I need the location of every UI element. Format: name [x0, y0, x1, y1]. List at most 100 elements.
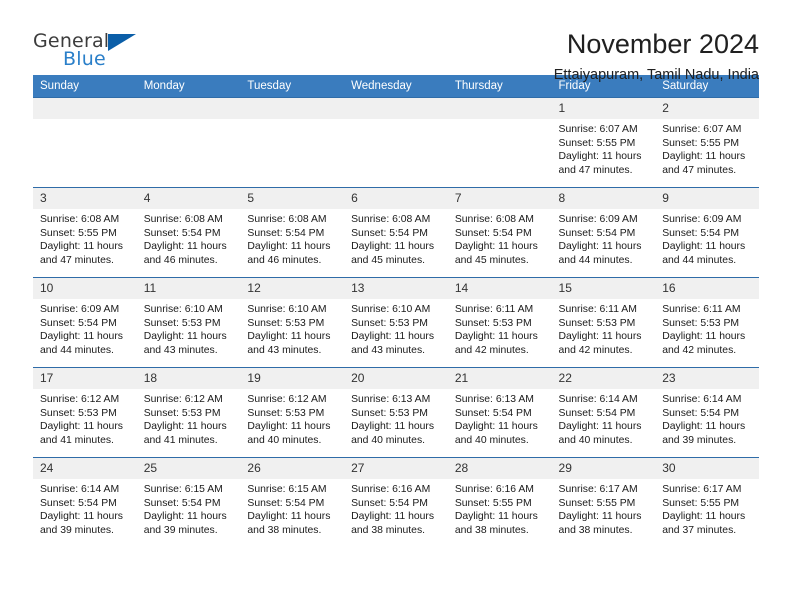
title-block: November 2024 Ettaiyapuram, Tamil Nadu, …	[554, 28, 759, 85]
daylight-text-line2: and 43 minutes.	[351, 344, 426, 356]
daylight-text-line1: Daylight: 11 hours	[40, 241, 123, 253]
calendar-day-cell[interactable]: 23 Sunrise: 6:14 AM Sunset: 5:54 PM Dayligh…	[655, 367, 759, 458]
calendar-day-cell[interactable]: 22 Sunrise: 6:14 AM Sunset: 5:54 PM Dayligh…	[551, 367, 656, 458]
day-detail-lines: Sunrise: 6:11 AM Sunset: 5:53 PM Daylight:…	[552, 299, 656, 357]
brand-logo[interactable]: General Blue	[33, 28, 153, 76]
page-header: General Blue November 2024 Ettaiyapuram,…	[33, 0, 759, 83]
calendar-day-cell[interactable]: 27 Sunrise: 6:16 AM Sunset: 5:54 PM Dayligh…	[344, 457, 448, 548]
day-number: 25	[136, 458, 241, 479]
daylight-text-line2: and 40 minutes.	[454, 434, 529, 446]
sunrise-text: Sunrise: 6:11 AM	[454, 304, 534, 315]
calendar-day-cell[interactable]: 8 Sunrise: 6:09 AM Sunset: 5:54 PM Daylight…	[551, 187, 656, 278]
day-detail-lines: Sunrise: 6:10 AM Sunset: 5:53 PM Daylight:…	[137, 299, 241, 357]
sunrise-text: Sunrise: 6:12 AM	[143, 394, 223, 405]
sunrise-text: Sunrise: 6:09 AM	[40, 304, 120, 315]
daylight-text-line2: and 43 minutes.	[247, 344, 322, 356]
day-detail-lines: Sunrise: 6:14 AM Sunset: 5:54 PM Daylight:…	[33, 479, 137, 537]
daylight-text-line1: Daylight: 11 hours	[558, 421, 642, 433]
day-cell-inner: 20 Sunrise: 6:13 AM Sunset: 5:53 PM Dayligh…	[344, 368, 448, 457]
sunrise-text: Sunrise: 6:08 AM	[247, 214, 327, 225]
calendar-day-cell[interactable]: 4 Sunrise: 6:08 AM Sunset: 5:54 PM Daylight…	[136, 187, 241, 278]
calendar-day-cell[interactable]: 1 Sunrise: 6:07 AM Sunset: 5:55 PM Daylight…	[551, 97, 656, 188]
sunset-text: Sunset: 5:53 PM	[662, 317, 740, 329]
calendar-day-cell-empty	[344, 97, 448, 188]
sunset-text: Sunset: 5:55 PM	[40, 227, 117, 239]
sunset-text: Sunset: 5:53 PM	[558, 317, 636, 329]
calendar-day-cell[interactable]: 7 Sunrise: 6:08 AM Sunset: 5:54 PM Daylight…	[447, 187, 552, 278]
calendar-day-cell[interactable]: 28 Sunrise: 6:16 AM Sunset: 5:55 PM Dayligh…	[447, 457, 552, 548]
daylight-text-line2: and 38 minutes.	[454, 524, 529, 536]
day-detail-lines: Sunrise: 6:12 AM Sunset: 5:53 PM Daylight:…	[33, 389, 137, 447]
daylight-text-line2: and 37 minutes.	[662, 524, 737, 536]
day-number: 14	[447, 278, 552, 299]
calendar-day-cell[interactable]: 6 Sunrise: 6:08 AM Sunset: 5:54 PM Daylight…	[344, 187, 448, 278]
calendar-day-cell[interactable]: 16 Sunrise: 6:11 AM Sunset: 5:53 PM Dayligh…	[655, 277, 759, 368]
daylight-text-line1: Daylight: 11 hours	[454, 421, 538, 433]
day-cell-inner	[240, 98, 345, 187]
calendar-day-cell[interactable]: 15 Sunrise: 6:11 AM Sunset: 5:53 PM Dayligh…	[551, 277, 656, 368]
sunrise-text: Sunrise: 6:08 AM	[351, 214, 431, 225]
calendar-day-cell[interactable]: 24 Sunrise: 6:14 AM Sunset: 5:54 PM Dayligh…	[33, 457, 137, 548]
day-number	[33, 98, 137, 119]
calendar-day-cell[interactable]: 26 Sunrise: 6:15 AM Sunset: 5:54 PM Dayligh…	[240, 457, 345, 548]
day-number	[240, 98, 345, 119]
calendar-day-cell[interactable]: 20 Sunrise: 6:13 AM Sunset: 5:53 PM Dayligh…	[344, 367, 448, 458]
sunrise-text: Sunrise: 6:07 AM	[558, 124, 638, 135]
sunrise-text: Sunrise: 6:12 AM	[247, 394, 327, 405]
daylight-text-line2: and 47 minutes.	[558, 164, 633, 176]
daylight-text-line1: Daylight: 11 hours	[454, 331, 538, 343]
daylight-text-line2: and 44 minutes.	[558, 254, 633, 266]
calendar-day-cell[interactable]: 11 Sunrise: 6:10 AM Sunset: 5:53 PM Dayligh…	[136, 277, 241, 368]
day-detail-lines: Sunrise: 6:08 AM Sunset: 5:54 PM Daylight:…	[240, 209, 344, 267]
calendar-day-cell[interactable]: 5 Sunrise: 6:08 AM Sunset: 5:54 PM Daylight…	[240, 187, 345, 278]
day-cell-inner: 2 Sunrise: 6:07 AM Sunset: 5:55 PM Daylight…	[655, 98, 759, 187]
calendar-day-cell[interactable]: 12 Sunrise: 6:10 AM Sunset: 5:53 PM Dayligh…	[240, 277, 345, 368]
triangle-flag-icon	[108, 34, 136, 51]
day-detail-lines: Sunrise: 6:10 AM Sunset: 5:53 PM Daylight:…	[344, 299, 448, 357]
calendar-day-cell[interactable]: 2 Sunrise: 6:07 AM Sunset: 5:55 PM Daylight…	[655, 97, 759, 188]
day-cell-inner	[136, 98, 241, 187]
calendar-day-cell[interactable]: 14 Sunrise: 6:11 AM Sunset: 5:53 PM Dayligh…	[447, 277, 552, 368]
calendar-day-cell[interactable]: 18 Sunrise: 6:12 AM Sunset: 5:53 PM Dayligh…	[136, 367, 241, 458]
sunset-text: Sunset: 5:54 PM	[351, 227, 428, 239]
day-detail-lines: Sunrise: 6:08 AM Sunset: 5:54 PM Daylight:…	[448, 209, 552, 267]
day-cell-inner: 28 Sunrise: 6:16 AM Sunset: 5:55 PM Dayligh…	[447, 458, 552, 548]
calendar-day-cell[interactable]: 17 Sunrise: 6:12 AM Sunset: 5:53 PM Dayligh…	[33, 367, 137, 458]
day-cell-inner: 30 Sunrise: 6:17 AM Sunset: 5:55 PM Dayligh…	[655, 458, 759, 548]
sunset-text: Sunset: 5:53 PM	[247, 317, 325, 329]
day-detail-lines: Sunrise: 6:17 AM Sunset: 5:55 PM Daylight:…	[552, 479, 656, 537]
daylight-text-line2: and 42 minutes.	[558, 344, 633, 356]
calendar-day-cell[interactable]: 19 Sunrise: 6:12 AM Sunset: 5:53 PM Dayligh…	[240, 367, 345, 458]
sunset-text: Sunset: 5:54 PM	[662, 407, 740, 419]
calendar-day-cell[interactable]: 25 Sunrise: 6:15 AM Sunset: 5:54 PM Dayligh…	[136, 457, 241, 548]
day-detail-lines: Sunrise: 6:16 AM Sunset: 5:55 PM Daylight:…	[448, 479, 552, 537]
daylight-text-line2: and 38 minutes.	[351, 524, 426, 536]
sunset-text: Sunset: 5:55 PM	[558, 497, 636, 509]
calendar-day-cell[interactable]: 9 Sunrise: 6:09 AM Sunset: 5:54 PM Daylight…	[655, 187, 759, 278]
sunrise-text: Sunrise: 6:09 AM	[662, 214, 742, 225]
day-detail-lines: Sunrise: 6:13 AM Sunset: 5:53 PM Daylight:…	[344, 389, 448, 447]
day-number: 11	[136, 278, 241, 299]
day-cell-inner: 26 Sunrise: 6:15 AM Sunset: 5:54 PM Dayligh…	[240, 458, 345, 548]
calendar-day-cell[interactable]: 13 Sunrise: 6:10 AM Sunset: 5:53 PM Dayligh…	[344, 277, 448, 368]
sunrise-text: Sunrise: 6:09 AM	[558, 214, 638, 225]
day-detail-lines: Sunrise: 6:17 AM Sunset: 5:55 PM Daylight:…	[655, 479, 759, 537]
sunrise-text: Sunrise: 6:14 AM	[558, 394, 638, 405]
calendar-day-cell[interactable]: 10 Sunrise: 6:09 AM Sunset: 5:54 PM Dayligh…	[33, 277, 137, 368]
calendar-day-cell[interactable]: 3 Sunrise: 6:08 AM Sunset: 5:55 PM Daylight…	[33, 187, 137, 278]
day-number: 15	[551, 278, 656, 299]
sunset-text: Sunset: 5:54 PM	[662, 227, 740, 239]
sunset-text: Sunset: 5:54 PM	[40, 497, 117, 509]
sunset-text: Sunset: 5:54 PM	[351, 497, 428, 509]
daylight-text-line2: and 40 minutes.	[558, 434, 633, 446]
sunset-text: Sunset: 5:55 PM	[558, 137, 636, 149]
calendar-day-cell-empty	[136, 97, 241, 188]
day-number: 10	[33, 278, 137, 299]
calendar-day-cell[interactable]: 29 Sunrise: 6:17 AM Sunset: 5:55 PM Dayligh…	[551, 457, 656, 548]
day-cell-inner: 9 Sunrise: 6:09 AM Sunset: 5:54 PM Daylight…	[655, 188, 759, 277]
calendar-day-cell[interactable]: 30 Sunrise: 6:17 AM Sunset: 5:55 PM Dayligh…	[655, 457, 759, 548]
sunrise-text: Sunrise: 6:15 AM	[247, 484, 327, 495]
calendar-day-cell[interactable]: 21 Sunrise: 6:13 AM Sunset: 5:54 PM Dayligh…	[447, 367, 552, 458]
day-cell-inner: 27 Sunrise: 6:16 AM Sunset: 5:54 PM Dayligh…	[344, 458, 448, 548]
daylight-text-line1: Daylight: 11 hours	[143, 511, 227, 523]
